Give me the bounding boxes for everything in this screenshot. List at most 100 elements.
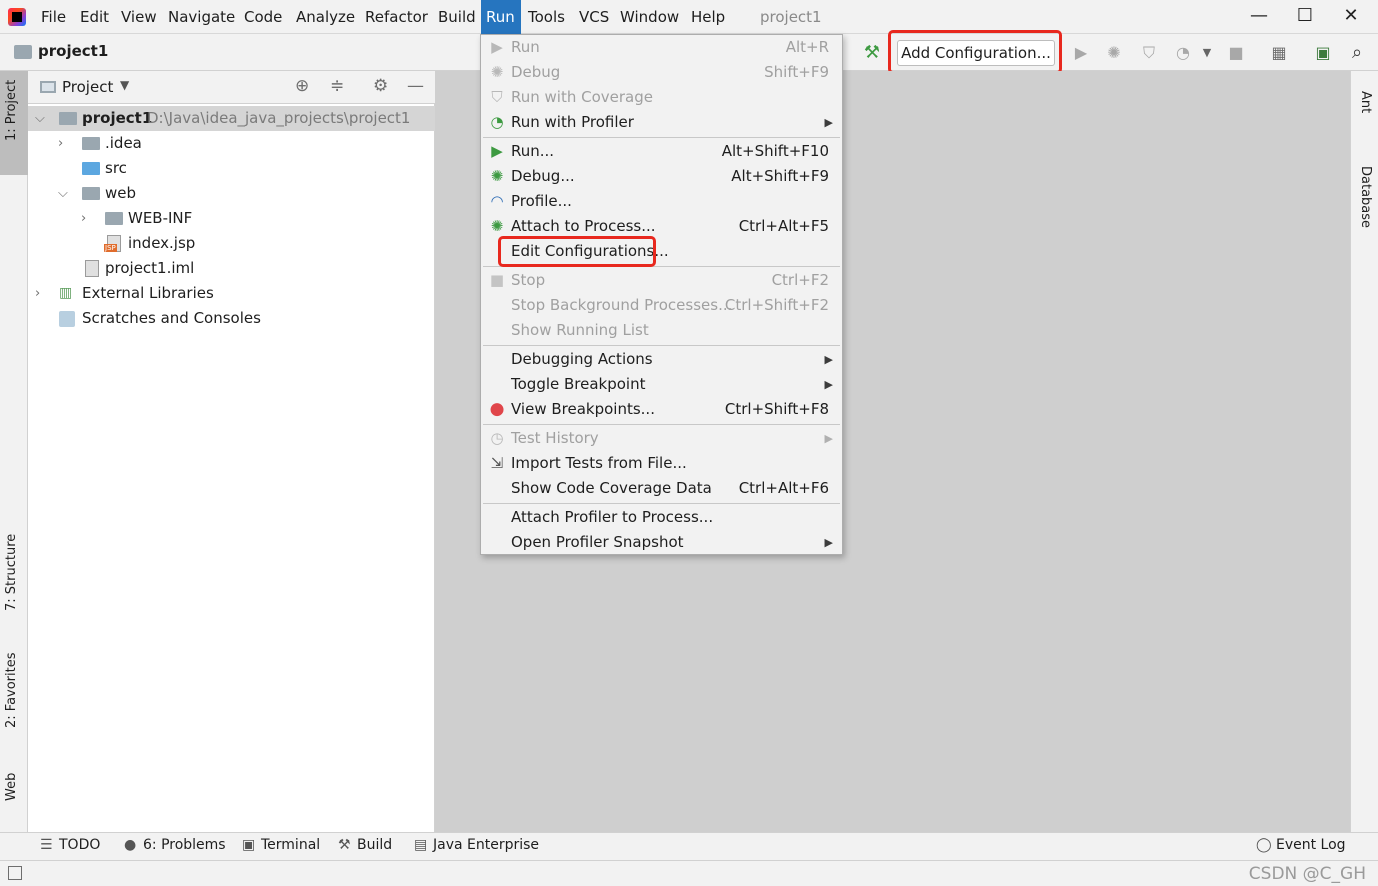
tab-web[interactable]: Web — [0, 771, 28, 821]
menu-item-debug[interactable]: ✺ Debug Shift+F9 — [481, 60, 842, 85]
menu-analyze[interactable]: Analyze — [291, 0, 360, 34]
run-toolbar-icon[interactable]: ▶ — [1070, 42, 1092, 64]
menu-tools[interactable]: Tools — [523, 0, 570, 34]
menu-run[interactable]: Run — [481, 0, 521, 34]
menu-item-show-coverage-data[interactable]: Show Code Coverage Data Ctrl+Alt+F6 — [481, 476, 842, 501]
web-folder-icon — [82, 187, 100, 200]
bottom-tool-bar: ☰ TODO ● 6: Problems ▣ Terminal ⚒ Build … — [0, 832, 1378, 860]
menu-file[interactable]: File — [36, 0, 71, 34]
menu-item-attach-profiler[interactable]: Attach Profiler to Process... — [481, 505, 842, 530]
tab-problems[interactable]: 6: Problems — [143, 837, 226, 853]
iml-file-icon — [85, 260, 99, 277]
stop-icon: ■ — [489, 271, 505, 289]
tree-label: .idea — [105, 134, 142, 152]
project-structure-icon[interactable]: ▦ — [1268, 42, 1290, 64]
tab-terminal[interactable]: Terminal — [261, 837, 320, 853]
menu-navigate[interactable]: Navigate — [163, 0, 240, 34]
tab-database[interactable]: Database — [1357, 166, 1377, 236]
menu-help[interactable]: Help — [686, 0, 730, 34]
menu-item-run-dialog[interactable]: ▶ Run... Alt+Shift+F10 — [481, 139, 842, 164]
menu-item-run-with-profiler[interactable]: ◔ Run with Profiler ▶ — [481, 110, 842, 135]
menu-vcs[interactable]: VCS — [574, 0, 614, 34]
gear-icon[interactable]: ⚙ — [373, 76, 388, 96]
menu-build[interactable]: Build — [433, 0, 481, 34]
run-anything-icon[interactable]: ▣ — [1312, 42, 1334, 64]
project-view-selector[interactable]: Project — [62, 78, 113, 96]
tree-item-scratches[interactable]: Scratches and Consoles — [28, 306, 435, 331]
tree-item-idea[interactable]: › .idea — [28, 131, 435, 156]
tree-label: index.jsp — [128, 234, 196, 252]
menu-item-import-tests[interactable]: ⇲ Import Tests from File... — [481, 451, 842, 476]
menu-item-toggle-breakpoint[interactable]: Toggle Breakpoint ▶ — [481, 372, 842, 397]
status-bar: CSDN @C_GH — [0, 860, 1378, 886]
tree-item-project1[interactable]: ⌵ project1 D:\Java\idea_java_projects\pr… — [28, 106, 435, 131]
profile-icon: ◠ — [490, 192, 504, 210]
tree-item-src[interactable]: src — [28, 156, 435, 181]
menu-item-debug-dialog[interactable]: ✺ Debug... Alt+Shift+F9 — [481, 164, 842, 189]
hide-panel-icon[interactable]: — — [407, 76, 424, 96]
tab-favorites-label: 2: Favorites — [4, 652, 19, 728]
tree-item-web-inf[interactable]: › WEB-INF — [28, 206, 435, 231]
submenu-arrow-icon: ▶ — [824, 432, 833, 445]
menu-window[interactable]: Window — [615, 0, 684, 34]
tree-item-external-libraries[interactable]: › ▥ External Libraries — [28, 281, 435, 306]
chevron-right-icon[interactable]: › — [58, 131, 63, 156]
tab-build[interactable]: Build — [357, 837, 392, 853]
tree-item-index-jsp[interactable]: JSP index.jsp — [28, 231, 435, 256]
menu-item-view-breakpoints[interactable]: ● View Breakpoints... Ctrl+Shift+F8 — [481, 397, 842, 422]
chevron-right-icon[interactable]: › — [81, 206, 86, 231]
source-folder-icon — [82, 162, 100, 175]
tab-event-log[interactable]: Event Log — [1276, 837, 1346, 853]
menu-item-stop[interactable]: ■ Stop Ctrl+F2 — [481, 268, 842, 293]
tree-label: Scratches and Consoles — [82, 309, 261, 327]
tab-todo[interactable]: TODO — [59, 837, 100, 853]
close-button[interactable]: ✕ — [1328, 0, 1374, 34]
minimize-button[interactable]: — — [1236, 0, 1282, 34]
problems-icon: ● — [124, 837, 137, 853]
run-icon: ▶ — [491, 38, 503, 56]
menu-edit[interactable]: Edit — [75, 0, 114, 34]
tab-project[interactable]: 1: Project — [0, 71, 28, 175]
locate-icon[interactable]: ⊕ — [295, 76, 309, 96]
menu-separator — [483, 503, 840, 504]
profiler-icon: ◔ — [490, 113, 504, 131]
tab-ant[interactable]: Ant — [1357, 91, 1377, 131]
submenu-arrow-icon: ▶ — [824, 536, 833, 549]
tab-java-enterprise[interactable]: Java Enterprise — [433, 837, 539, 853]
search-icon[interactable]: ⌕ — [1346, 42, 1368, 64]
tab-structure[interactable]: 7: Structure — [0, 531, 28, 631]
menu-refactor[interactable]: Refactor — [360, 0, 433, 34]
debug-toolbar-icon[interactable]: ✺ — [1103, 42, 1125, 64]
coverage-toolbar-icon[interactable]: ⛉ — [1138, 42, 1160, 64]
chevron-down-icon[interactable]: ▼ — [120, 78, 129, 92]
menu-item-open-profiler-snapshot[interactable]: Open Profiler Snapshot ▶ — [481, 530, 842, 555]
chevron-down-icon[interactable]: ⌵ — [58, 181, 68, 206]
stop-toolbar-icon[interactable]: ■ — [1225, 42, 1247, 64]
breadcrumb-project[interactable]: project1 — [38, 42, 108, 60]
more-run-chevron-icon[interactable]: ▼ — [1196, 42, 1218, 64]
maximize-button[interactable]: ☐ — [1282, 0, 1328, 34]
menu-item-run[interactable]: ▶ Run Alt+R — [481, 35, 842, 60]
tree-item-web[interactable]: ⌵ web — [28, 181, 435, 206]
menu-item-run-with-coverage[interactable]: ⛉ Run with Coverage — [481, 85, 842, 110]
menu-item-test-history[interactable]: ◷ Test History ▶ — [481, 426, 842, 451]
tree-item-project1-iml[interactable]: project1.iml — [28, 256, 435, 281]
tree-path: D:\Java\idea_java_projects\project1 — [147, 109, 411, 127]
chevron-down-icon[interactable]: ⌵ — [35, 106, 45, 131]
chevron-right-icon[interactable]: › — [35, 281, 40, 306]
tool-windows-toggle-icon[interactable] — [8, 866, 22, 880]
run-menu-dropdown: ▶ Run Alt+R ✺ Debug Shift+F9 ⛉ Run with … — [480, 34, 843, 555]
profile-toolbar-icon[interactable]: ◔ — [1172, 42, 1194, 64]
menu-item-debugging-actions[interactable]: Debugging Actions ▶ — [481, 347, 842, 372]
tab-favorites[interactable]: 2: Favorites — [0, 652, 28, 756]
build-hammer-icon[interactable]: ⚒ — [861, 42, 883, 64]
terminal-icon: ▣ — [242, 837, 256, 853]
tree-label: External Libraries — [82, 284, 214, 302]
menu-view[interactable]: View — [116, 0, 162, 34]
menu-item-stop-background[interactable]: Stop Background Processes... Ctrl+Shift+… — [481, 293, 842, 318]
menu-item-show-running-list[interactable]: Show Running List — [481, 318, 842, 343]
menu-code[interactable]: Code — [239, 0, 287, 34]
menu-item-profile[interactable]: ◠ Profile... — [481, 189, 842, 214]
collapse-all-icon[interactable]: ≑ — [330, 76, 344, 96]
library-icon: ▥ — [59, 285, 73, 301]
